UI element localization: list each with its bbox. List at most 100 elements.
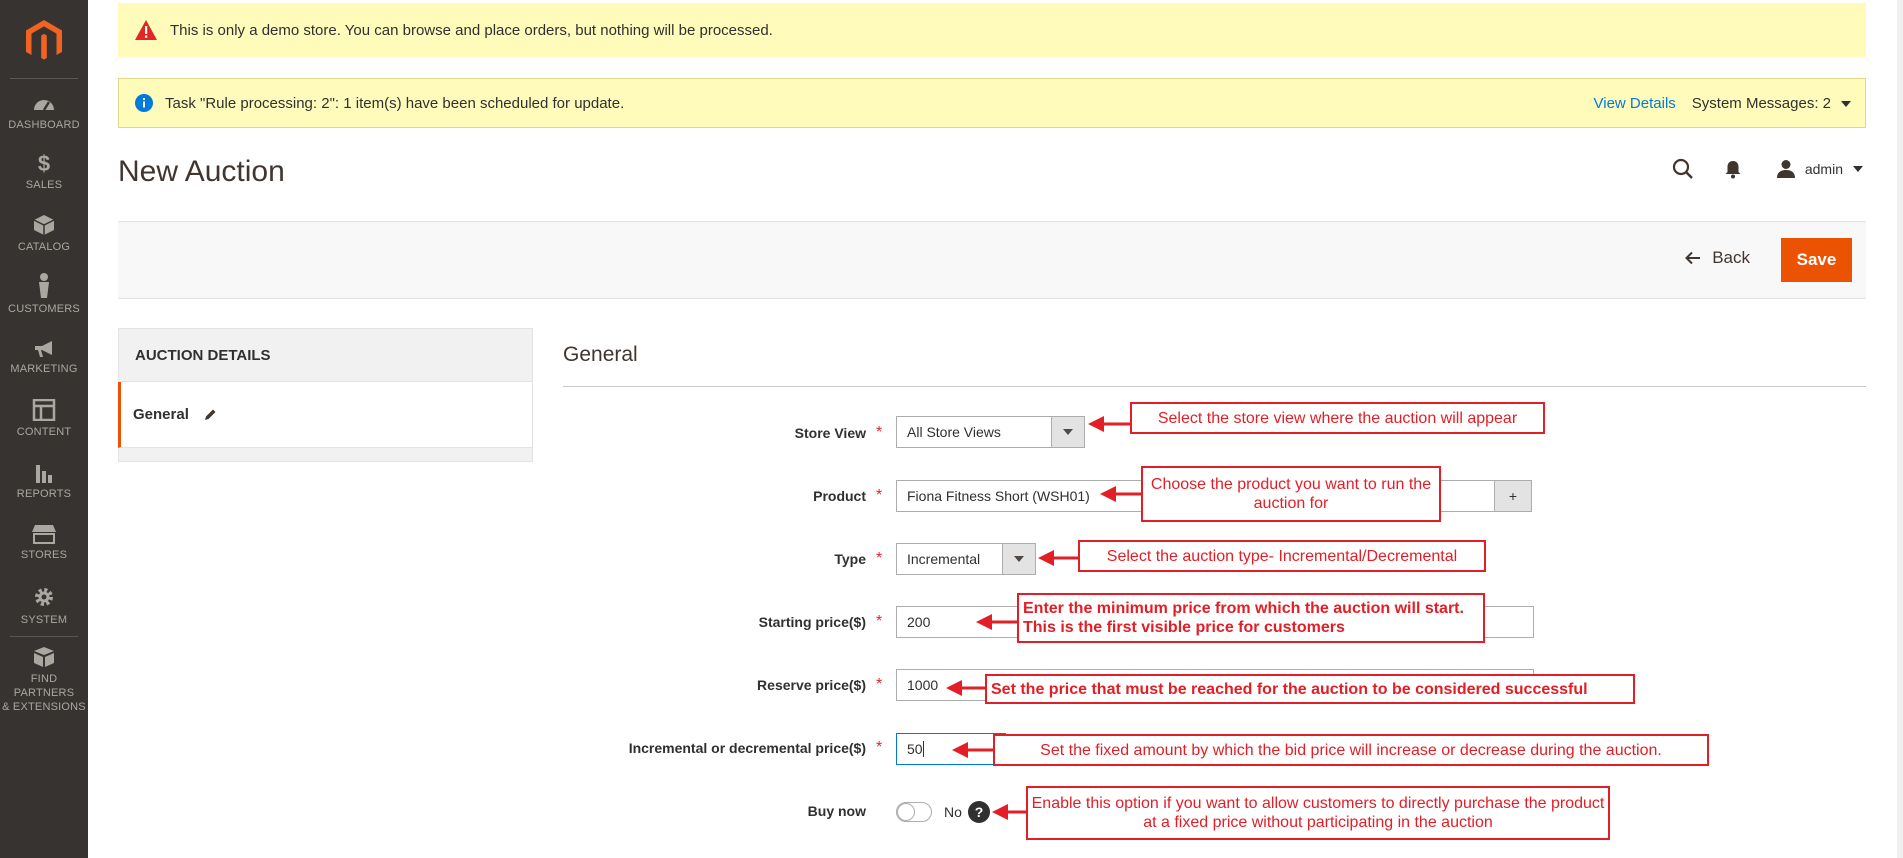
required-mark: * [876, 424, 883, 441]
add-product-button[interactable]: + [1494, 480, 1532, 512]
nav-find-partners[interactable]: FIND PARTNERS & EXTENSIONS [0, 646, 88, 714]
system-message-bar: Task "Rule processing: 2": 1 item(s) hav… [118, 78, 1866, 128]
nav-label: SALES [25, 179, 63, 191]
chevron-down-icon [1853, 166, 1863, 172]
buy-now-value: No [944, 804, 962, 820]
starting-price-value: 200 [907, 614, 931, 630]
required-mark: * [876, 550, 883, 567]
box-icon [33, 215, 55, 235]
auction-details-tabs: AUCTION DETAILS General [118, 328, 533, 462]
annotation-product: Choose the product you want to run the a… [1141, 466, 1441, 522]
save-button[interactable]: Save [1781, 238, 1852, 282]
store-view-value: All Store Views [907, 424, 1001, 440]
required-mark: * [876, 613, 883, 630]
reserve-price-value: 1000 [907, 677, 939, 693]
sidebar-divider [10, 78, 78, 79]
nav-label: MARKETING [10, 363, 78, 375]
product-value: Fiona Fitness Short (WSH01) [907, 488, 1090, 504]
chevron-down-icon [1002, 544, 1035, 574]
nav-customers[interactable]: CUSTOMERS [0, 272, 88, 316]
chevron-down-icon [1051, 417, 1084, 447]
magento-logo[interactable] [24, 18, 64, 64]
store-view-label: Store View [794, 425, 866, 441]
tab-label: General [133, 406, 189, 423]
system-messages-toggle[interactable]: System Messages: 2 [1692, 95, 1851, 112]
type-label: Type [834, 551, 866, 567]
system-messages-count: System Messages: 2 [1691, 94, 1831, 112]
cubes-icon [34, 647, 54, 667]
dollar-icon: $ [38, 152, 50, 174]
svg-text:$: $ [38, 152, 50, 174]
pencil-icon [204, 409, 216, 420]
buy-now-label: Buy now [807, 803, 866, 819]
user-icon [1776, 160, 1795, 178]
notifications-bell-icon[interactable] [1724, 159, 1742, 179]
sidebar-divider [10, 636, 78, 637]
required-mark: * [876, 676, 883, 693]
store-view-select[interactable]: All Store Views [896, 416, 1085, 448]
page-title: New Auction [118, 155, 285, 188]
nav-label: STORES [20, 549, 68, 561]
required-mark: * [876, 487, 883, 504]
type-select[interactable]: Incremental [896, 543, 1036, 575]
section-title: General [563, 343, 638, 366]
nav-system[interactable]: SYSTEM [0, 585, 88, 627]
nav-label-line2: & EXTENSIONS [2, 701, 86, 713]
admin-username: admin [1804, 161, 1843, 177]
warning-icon [134, 19, 158, 41]
back-button[interactable]: Back [1685, 248, 1750, 268]
section-divider [563, 386, 1866, 387]
arrow-left-icon [1685, 251, 1701, 265]
reserve-price-label: Reserve price($) [757, 677, 866, 693]
annotation-buy-now: Enable this option if you want to allow … [1026, 786, 1610, 840]
storefront-icon [32, 525, 56, 544]
system-message-text: Task "Rule processing: 2": 1 item(s) hav… [165, 94, 625, 112]
text-cursor [922, 741, 924, 757]
nav-sales[interactable]: $ SALES [0, 152, 88, 192]
product-label: Product [813, 488, 866, 504]
toggle-knob [897, 803, 915, 821]
person-icon [39, 273, 49, 298]
megaphone-icon [35, 341, 52, 357]
back-label: Back [1712, 248, 1750, 267]
nav-label: CATALOG [17, 241, 71, 253]
inc-dec-price-label: Incremental or decremental price($) [628, 740, 866, 756]
page-scrollbar[interactable] [1897, 0, 1903, 858]
demo-notice-text: This is only a demo store. You can brows… [170, 21, 773, 39]
help-icon[interactable]: ? [968, 801, 990, 823]
nav-label: CONTENT [16, 426, 72, 438]
bar-chart-icon [36, 465, 52, 483]
inc-dec-price-input[interactable]: 50 [896, 733, 1006, 765]
nav-reports[interactable]: REPORTS [0, 461, 88, 501]
nav-dashboard[interactable]: DASHBOARD [0, 94, 88, 132]
admin-user-menu[interactable]: admin [1776, 159, 1863, 179]
view-details-link[interactable]: View Details [1594, 95, 1676, 112]
inc-dec-price-value: 50 [907, 741, 923, 757]
tab-general[interactable]: General [118, 382, 533, 448]
gear-icon [35, 588, 53, 606]
nav-stores[interactable]: STORES [0, 524, 88, 562]
tabs-header: AUCTION DETAILS [118, 328, 533, 382]
page-actions-bar: Back Save [118, 222, 1866, 299]
info-icon [135, 94, 153, 112]
tabs-footer [118, 448, 533, 462]
buy-now-toggle[interactable] [896, 802, 932, 822]
nav-catalog[interactable]: CATALOG [0, 214, 88, 254]
annotation-starting-price: Enter the minimum price from which the a… [1017, 593, 1485, 643]
dashboard-icon [34, 100, 54, 111]
nav-label: FIND PARTNERS [13, 673, 75, 699]
system-message-actions: View Details System Messages: 2 [1594, 95, 1851, 112]
annotation-reserve-price: Set the price that must be reached for t… [985, 674, 1635, 704]
admin-sidebar: DASHBOARD $ SALES CATALOG CUSTOMERS MARK… [0, 0, 88, 858]
nav-label: DASHBOARD [8, 119, 80, 131]
starting-price-label: Starting price($) [758, 614, 866, 630]
nav-label: SYSTEM [20, 614, 68, 626]
search-icon[interactable] [1672, 158, 1694, 180]
nav-marketing[interactable]: MARKETING [0, 340, 88, 376]
required-mark: * [876, 739, 883, 756]
type-value: Incremental [907, 551, 981, 567]
annotation-inc-dec-price: Set the fixed amount by which the bid pr… [993, 734, 1709, 766]
layout-icon [32, 399, 56, 421]
nav-content[interactable]: CONTENT [0, 399, 88, 439]
header-actions: admin [1672, 158, 1863, 180]
